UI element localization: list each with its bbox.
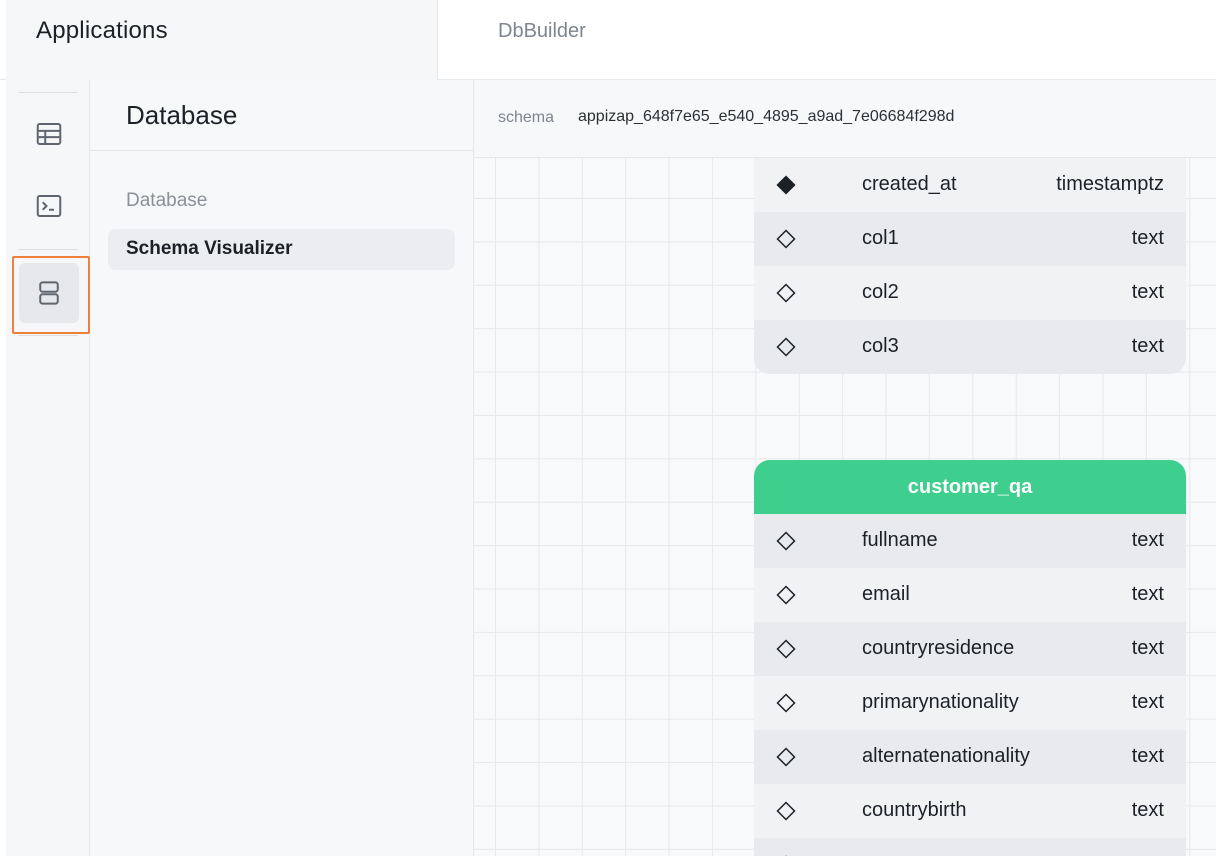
diamond-icon: [776, 283, 796, 303]
sidebar-header: Database: [90, 80, 473, 151]
table-column-row[interactable]: created_at timestamptz: [754, 158, 1186, 212]
table-column-row[interactable]: col2 text: [754, 266, 1186, 320]
table-column-row[interactable]: email text: [754, 568, 1186, 622]
table-name[interactable]: customer_qa: [754, 460, 1186, 514]
column-type: text: [1131, 799, 1164, 821]
column-type: text: [1131, 637, 1164, 659]
column-name: email: [862, 583, 910, 605]
schema-label: schema: [498, 109, 555, 126]
filled-diamond-icon: [776, 175, 796, 195]
column-name: alternatenationality: [862, 745, 1030, 767]
column-type: text: [1131, 691, 1164, 713]
table-icon: [36, 123, 62, 145]
column-type: timestamptz: [1056, 173, 1164, 195]
top-bar: Applications DbBuilder: [0, 0, 1216, 80]
app-name[interactable]: DbBuilder: [498, 20, 586, 43]
rail-divider: [18, 92, 78, 93]
diamond-icon: [776, 801, 796, 821]
sql-editor-button[interactable]: [19, 176, 79, 236]
column-name: countrybirth: [862, 799, 967, 821]
database-button[interactable]: [12, 256, 90, 334]
table-card[interactable]: created_at timestamptz col1 text col2 te…: [754, 158, 1186, 374]
column-type: text: [1131, 583, 1164, 605]
column-type: text: [1131, 335, 1164, 357]
diamond-icon: [776, 639, 796, 659]
sidebar-item-label: Schema Visualizer: [126, 238, 293, 259]
column-type: text: [1131, 529, 1164, 551]
applications-title: Applications: [36, 17, 168, 44]
rail-divider: [18, 249, 78, 250]
column-name: col2: [862, 281, 899, 303]
sidebar-item-schema-visualizer[interactable]: Schema Visualizer: [108, 229, 455, 270]
diamond-icon: [776, 531, 796, 551]
diamond-icon: [776, 585, 796, 605]
diamond-icon: [776, 229, 796, 249]
table-column-row[interactable]: countryresidence text: [754, 622, 1186, 676]
table-column-row[interactable]: primarynationality text: [754, 676, 1186, 730]
terminal-icon: [36, 195, 62, 217]
database-sidebar: Database Database Schema Visualizer: [90, 80, 474, 856]
column-name: countryresidence: [862, 637, 1015, 659]
schema-bar: schema appizap_648f7e65_e540_4895_a9ad_7…: [474, 80, 1216, 158]
column-name: col1: [862, 227, 899, 249]
table-column-row[interactable]: alternatenationality text: [754, 730, 1186, 784]
icon-rail: [6, 80, 90, 856]
applications-pane: Applications: [6, 0, 438, 80]
column-name: created_at: [862, 173, 957, 195]
schema-selector[interactable]: appizap_648f7e65_e540_4895_a9ad_7e06684f…: [578, 108, 954, 126]
diamond-icon: [776, 693, 796, 713]
sidebar-title: Database: [126, 100, 238, 130]
table-column-row[interactable]: col1 text: [754, 212, 1186, 266]
table-column-row[interactable]: fullname text: [754, 514, 1186, 568]
column-name: col3: [862, 335, 899, 357]
table-column-row[interactable]: col3 text: [754, 320, 1186, 374]
table-editor-button[interactable]: [19, 104, 79, 164]
column-type: text: [1131, 227, 1164, 249]
diamond-icon: [776, 747, 796, 767]
column-name: fullname: [862, 529, 938, 551]
column-type: text: [1131, 745, 1164, 767]
table-card[interactable]: customer_qa fullname text email text cou…: [754, 460, 1186, 856]
column-type: text: [1131, 281, 1164, 303]
sidebar-section-label: Database: [126, 190, 208, 211]
table-column-row[interactable]: countrybirth text: [754, 784, 1186, 838]
schema-canvas[interactable]: created_at timestamptz col1 text col2 te…: [474, 158, 1216, 856]
table-column-row[interactable]: [754, 838, 1186, 856]
column-name: primarynationality: [862, 691, 1019, 713]
database-icon: [39, 281, 59, 305]
rail-divider: [18, 335, 78, 336]
diamond-icon: [776, 337, 796, 357]
